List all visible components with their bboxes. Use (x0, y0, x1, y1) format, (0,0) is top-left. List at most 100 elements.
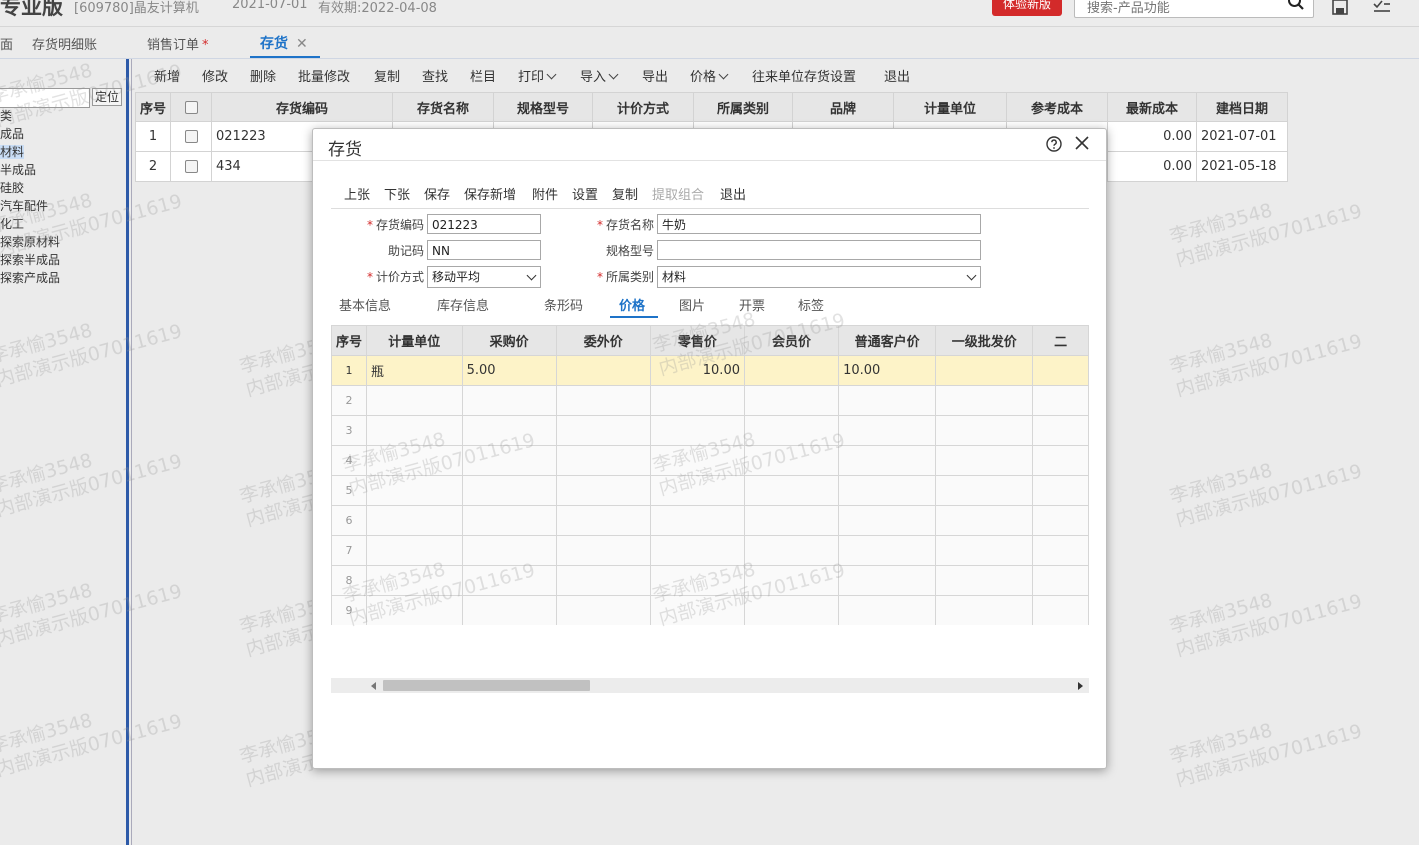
tree-item[interactable]: 化工 (0, 215, 60, 233)
col-header-select-all[interactable] (170, 92, 213, 122)
cell[interactable] (1032, 415, 1089, 446)
cell[interactable] (649, 475, 745, 506)
cell[interactable] (461, 595, 557, 625)
cell[interactable] (366, 385, 463, 416)
cell[interactable] (935, 535, 1034, 566)
cell-member-price[interactable] (743, 355, 840, 386)
cell[interactable] (838, 385, 937, 416)
table-row[interactable]: 6 (331, 505, 1089, 536)
cell[interactable] (461, 445, 557, 476)
tab-images[interactable]: 图片 (679, 295, 705, 314)
cell[interactable] (935, 565, 1034, 596)
tree-item[interactable]: 类 (0, 107, 60, 125)
tab-desktop[interactable]: 面 (0, 34, 13, 53)
cell[interactable] (366, 595, 463, 625)
tree-item[interactable]: 汽车配件 (0, 197, 60, 215)
cell[interactable] (1032, 385, 1089, 416)
cell[interactable] (366, 415, 463, 446)
tree-item[interactable]: 半成品 (0, 161, 60, 179)
cell[interactable] (649, 535, 745, 566)
tab-basic-info[interactable]: 基本信息 (339, 295, 391, 314)
cell[interactable] (743, 475, 840, 506)
col-header[interactable]: 最新成本 (1107, 92, 1198, 122)
table-row[interactable]: 8 (331, 565, 1089, 596)
tree-item[interactable]: 探索半成品 (0, 251, 60, 269)
cell[interactable] (838, 595, 937, 625)
cell[interactable] (1032, 475, 1089, 506)
category-filter-input[interactable] (0, 88, 90, 108)
table-row[interactable]: 2 (331, 385, 1089, 416)
row-select[interactable] (170, 151, 213, 182)
cell[interactable] (649, 445, 745, 476)
next-record-button[interactable]: 下张 (384, 184, 410, 203)
cell[interactable] (555, 445, 651, 476)
col-header[interactable]: 所属类别 (693, 92, 794, 122)
spec-input[interactable] (657, 240, 981, 260)
table-row[interactable]: 4 (331, 445, 1089, 476)
inventory-code-input[interactable]: 021223 (427, 214, 541, 234)
tree-item-selected[interactable]: 材料 (0, 143, 60, 161)
scroll-thumb[interactable] (383, 680, 590, 691)
cell-latest-cost[interactable]: 0.00 (1107, 151, 1198, 182)
cell[interactable] (555, 595, 651, 625)
cell[interactable] (555, 385, 651, 416)
col-header[interactable]: 存货编码 (211, 92, 394, 122)
cell[interactable] (1032, 355, 1089, 386)
columns-button[interactable]: 栏目 (470, 66, 496, 85)
col-header[interactable]: 计量单位 (893, 92, 1008, 122)
cell[interactable] (555, 505, 651, 536)
copy-button[interactable]: 复制 (374, 66, 400, 85)
cell-latest-cost[interactable]: 0.00 (1107, 121, 1198, 152)
cell[interactable] (838, 475, 937, 506)
cell-wholesale1-price[interactable] (935, 355, 1034, 386)
trial-new-version-button[interactable]: 体验新版 (992, 0, 1062, 16)
cell[interactable] (743, 415, 840, 446)
cell[interactable] (366, 505, 463, 536)
cell[interactable] (461, 505, 557, 536)
cell[interactable] (649, 415, 745, 446)
horizontal-scrollbar[interactable] (331, 678, 1089, 693)
cell[interactable] (935, 415, 1034, 446)
cell[interactable] (838, 505, 937, 536)
cell[interactable] (838, 535, 937, 566)
tree-item[interactable]: 成品 (0, 125, 60, 143)
exit-button[interactable]: 退出 (884, 66, 910, 85)
cell[interactable] (366, 565, 463, 596)
tree-item[interactable]: 探索原材料 (0, 233, 60, 251)
cell[interactable] (1032, 505, 1089, 536)
cell[interactable] (1032, 565, 1089, 596)
cell[interactable] (555, 535, 651, 566)
inventory-name-input[interactable]: 牛奶 (657, 214, 981, 234)
cell[interactable] (366, 445, 463, 476)
tab-barcode[interactable]: 条形码 (544, 295, 583, 314)
col-header[interactable]: 序号 (134, 92, 172, 122)
row-checkbox[interactable] (184, 130, 198, 143)
export-button[interactable]: 导出 (642, 66, 668, 85)
col-header[interactable]: 存货名称 (392, 92, 495, 122)
edit-button[interactable]: 修改 (202, 66, 228, 85)
tree-item[interactable]: 硅胶 (0, 179, 60, 197)
cell[interactable] (743, 535, 840, 566)
row-checkbox[interactable] (184, 160, 198, 173)
close-icon[interactable]: ✕ (296, 36, 308, 52)
price-menu-button[interactable]: 价格 (690, 66, 729, 85)
cell[interactable] (935, 385, 1034, 416)
cell[interactable] (555, 565, 651, 596)
col-header[interactable]: 品牌 (792, 92, 895, 122)
cell[interactable] (649, 565, 745, 596)
find-button[interactable]: 查找 (422, 66, 448, 85)
scroll-left-arrow-icon[interactable] (371, 682, 376, 690)
cell[interactable] (838, 445, 937, 476)
cell[interactable] (935, 445, 1034, 476)
checklist-icon[interactable] (1372, 0, 1392, 18)
save-icon[interactable] (1330, 0, 1350, 18)
cell-retail-price[interactable]: 10.00 (649, 355, 745, 386)
cell[interactable] (461, 385, 557, 416)
col-header[interactable]: 建档日期 (1196, 92, 1289, 122)
cell[interactable] (1032, 535, 1089, 566)
partner-inventory-settings-button[interactable]: 往来单位存货设置 (752, 66, 856, 85)
col-header[interactable]: 参考成本 (1006, 92, 1109, 122)
tree-item[interactable]: 探索产成品 (0, 269, 60, 287)
cell-outsource-price[interactable] (555, 355, 651, 386)
cell[interactable] (1032, 595, 1089, 625)
